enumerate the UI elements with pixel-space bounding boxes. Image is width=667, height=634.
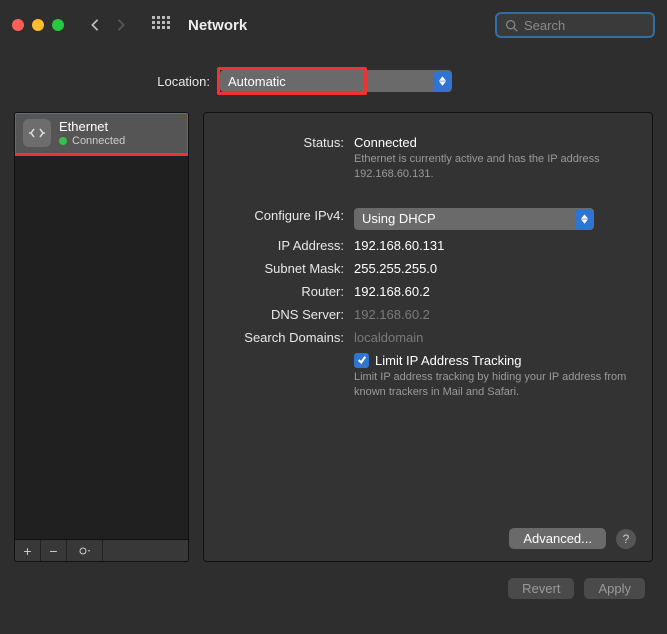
show-all-icon[interactable] bbox=[152, 16, 170, 34]
service-status: Connected bbox=[72, 135, 125, 148]
router-value: 192.168.60.2 bbox=[354, 284, 636, 299]
window-actions: Revert Apply bbox=[0, 562, 667, 599]
titlebar: Network Search bbox=[0, 0, 667, 50]
search-placeholder: Search bbox=[524, 18, 565, 33]
advanced-button[interactable]: Advanced... bbox=[509, 528, 606, 549]
window-title: Network bbox=[188, 17, 247, 34]
service-list[interactable]: Ethernet Connected bbox=[14, 112, 189, 540]
close-window-button[interactable] bbox=[12, 19, 24, 31]
service-toolbar: + − bbox=[14, 540, 189, 562]
remove-service-button[interactable]: − bbox=[41, 540, 67, 561]
chevron-updown-icon bbox=[433, 71, 451, 91]
service-name: Ethernet bbox=[59, 119, 125, 135]
detail-pane: Status: Connected Ethernet is currently … bbox=[203, 112, 653, 562]
limit-ip-tracking-subtext: Limit IP address tracking by hiding your… bbox=[354, 368, 636, 400]
location-value: Automatic bbox=[228, 74, 286, 89]
status-label: Status: bbox=[214, 135, 354, 150]
status-value: Connected bbox=[354, 135, 636, 150]
back-button[interactable] bbox=[86, 16, 104, 34]
help-button[interactable]: ? bbox=[616, 529, 636, 549]
location-label: Location: bbox=[0, 74, 220, 89]
status-subtext: Ethernet is currently active and has the… bbox=[354, 150, 636, 182]
revert-button[interactable]: Revert bbox=[508, 578, 574, 599]
limit-ip-tracking-label: Limit IP Address Tracking bbox=[375, 353, 521, 368]
subnet-mask-value: 255.255.255.0 bbox=[354, 261, 636, 276]
configure-ipv4-select[interactable]: Using DHCP bbox=[354, 208, 594, 230]
search-domains-value: localdomain bbox=[354, 330, 636, 345]
dns-server-value: 192.168.60.2 bbox=[354, 307, 636, 322]
dns-server-label: DNS Server: bbox=[214, 307, 354, 322]
apply-button[interactable]: Apply bbox=[584, 578, 645, 599]
configure-ipv4-value: Using DHCP bbox=[362, 211, 436, 226]
location-row: Location: Automatic bbox=[0, 50, 667, 100]
checkmark-icon bbox=[357, 355, 367, 365]
ip-address-value: 192.168.60.131 bbox=[354, 238, 636, 253]
subnet-mask-label: Subnet Mask: bbox=[214, 261, 354, 276]
forward-button[interactable] bbox=[112, 16, 130, 34]
service-actions-button[interactable] bbox=[67, 540, 103, 561]
zoom-window-button[interactable] bbox=[52, 19, 64, 31]
search-domains-label: Search Domains: bbox=[214, 330, 354, 345]
service-sidebar: Ethernet Connected + − bbox=[14, 112, 189, 562]
limit-ip-tracking-checkbox[interactable] bbox=[354, 353, 369, 368]
add-service-button[interactable]: + bbox=[15, 540, 41, 561]
search-field[interactable]: Search bbox=[495, 12, 655, 38]
ip-address-label: IP Address: bbox=[214, 238, 354, 253]
search-icon bbox=[505, 19, 518, 32]
status-dot-icon bbox=[59, 137, 67, 145]
chevron-updown-icon bbox=[575, 209, 593, 229]
ethernet-icon bbox=[23, 119, 51, 147]
location-select[interactable]: Automatic bbox=[220, 70, 452, 92]
minimize-window-button[interactable] bbox=[32, 19, 44, 31]
gear-dropdown-icon bbox=[79, 546, 91, 556]
configure-ipv4-label: Configure IPv4: bbox=[214, 208, 354, 223]
service-item-ethernet[interactable]: Ethernet Connected bbox=[15, 113, 188, 154]
router-label: Router: bbox=[214, 284, 354, 299]
window-controls bbox=[12, 19, 64, 31]
